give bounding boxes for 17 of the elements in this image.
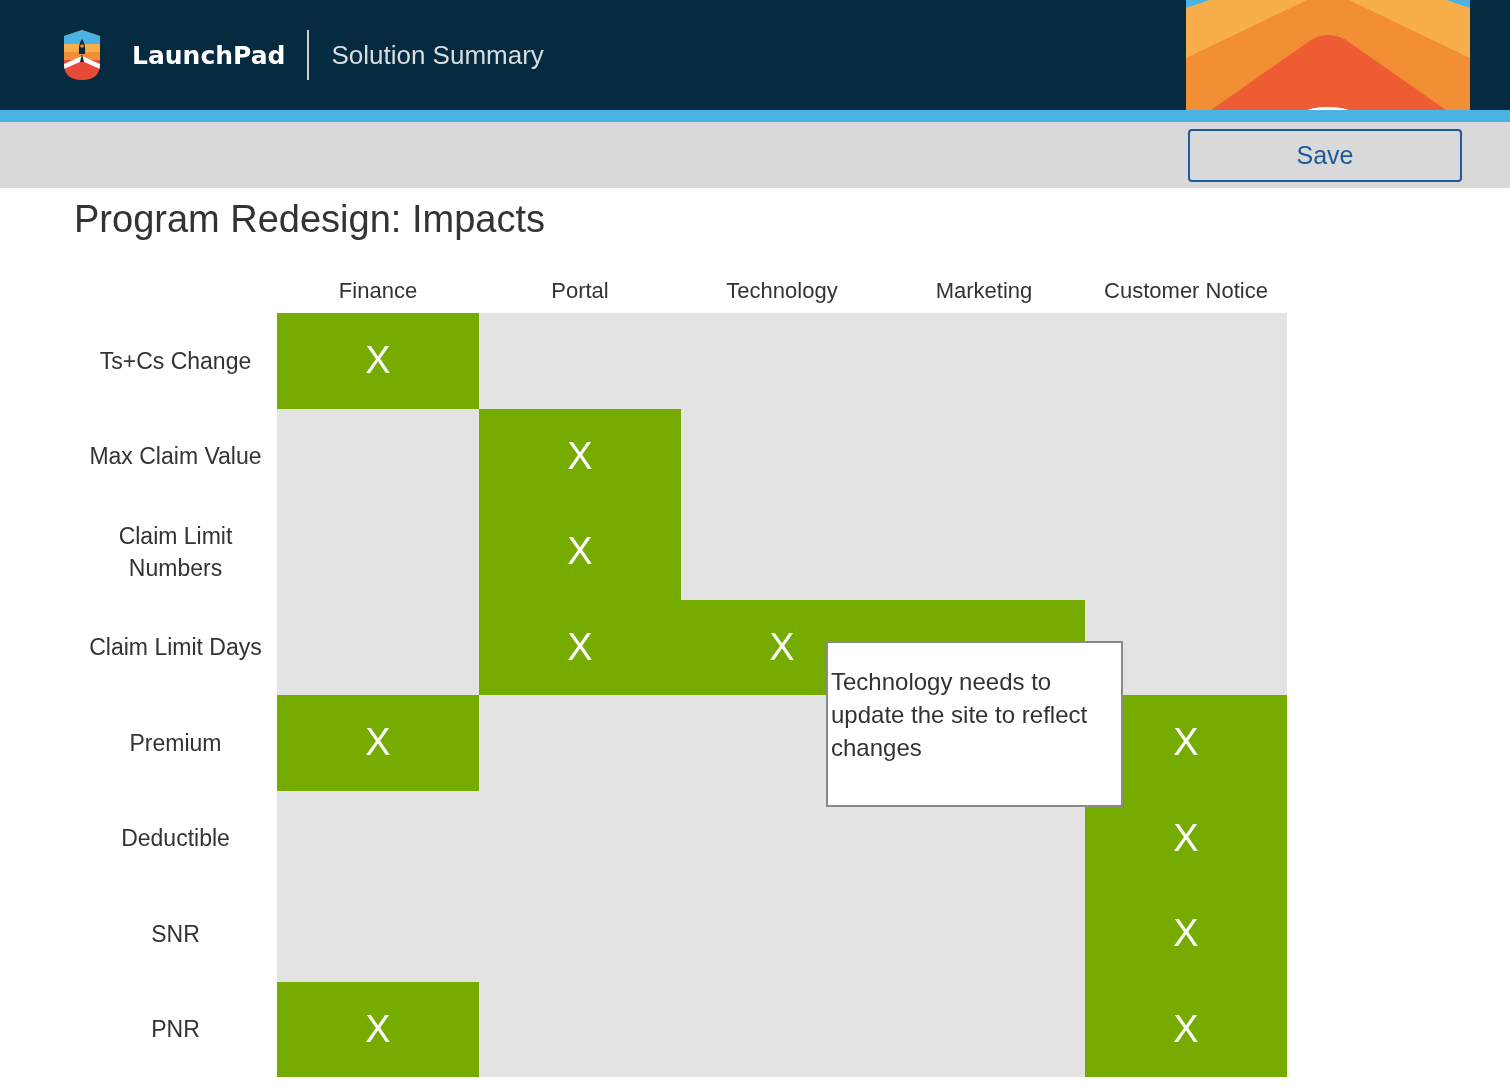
tooltip: Technology needs to update the site to reflect changes [826,641,1123,807]
column-header: Marketing [934,277,1034,305]
row-label: Premium [128,728,223,758]
page-title: Program Redesign: Impacts [74,198,546,241]
column-header: Finance [337,277,419,305]
row-label: SNR [150,919,201,949]
page-subtitle: Solution Summary [331,39,544,71]
row-label: Deductible [120,824,231,854]
column-header: Portal [550,277,610,305]
column-header: Technology [725,277,839,305]
row-label: Ts+Cs Change [98,346,253,376]
column-header: Customer Notice [1103,277,1269,305]
row-label: Claim Limit Days [88,633,263,663]
row-label: Claim Limit Numbers [117,521,234,583]
row-label: Max Claim Value [88,442,263,472]
row-label: PNR [150,1015,201,1045]
app-name: LaunchPad [132,40,286,70]
